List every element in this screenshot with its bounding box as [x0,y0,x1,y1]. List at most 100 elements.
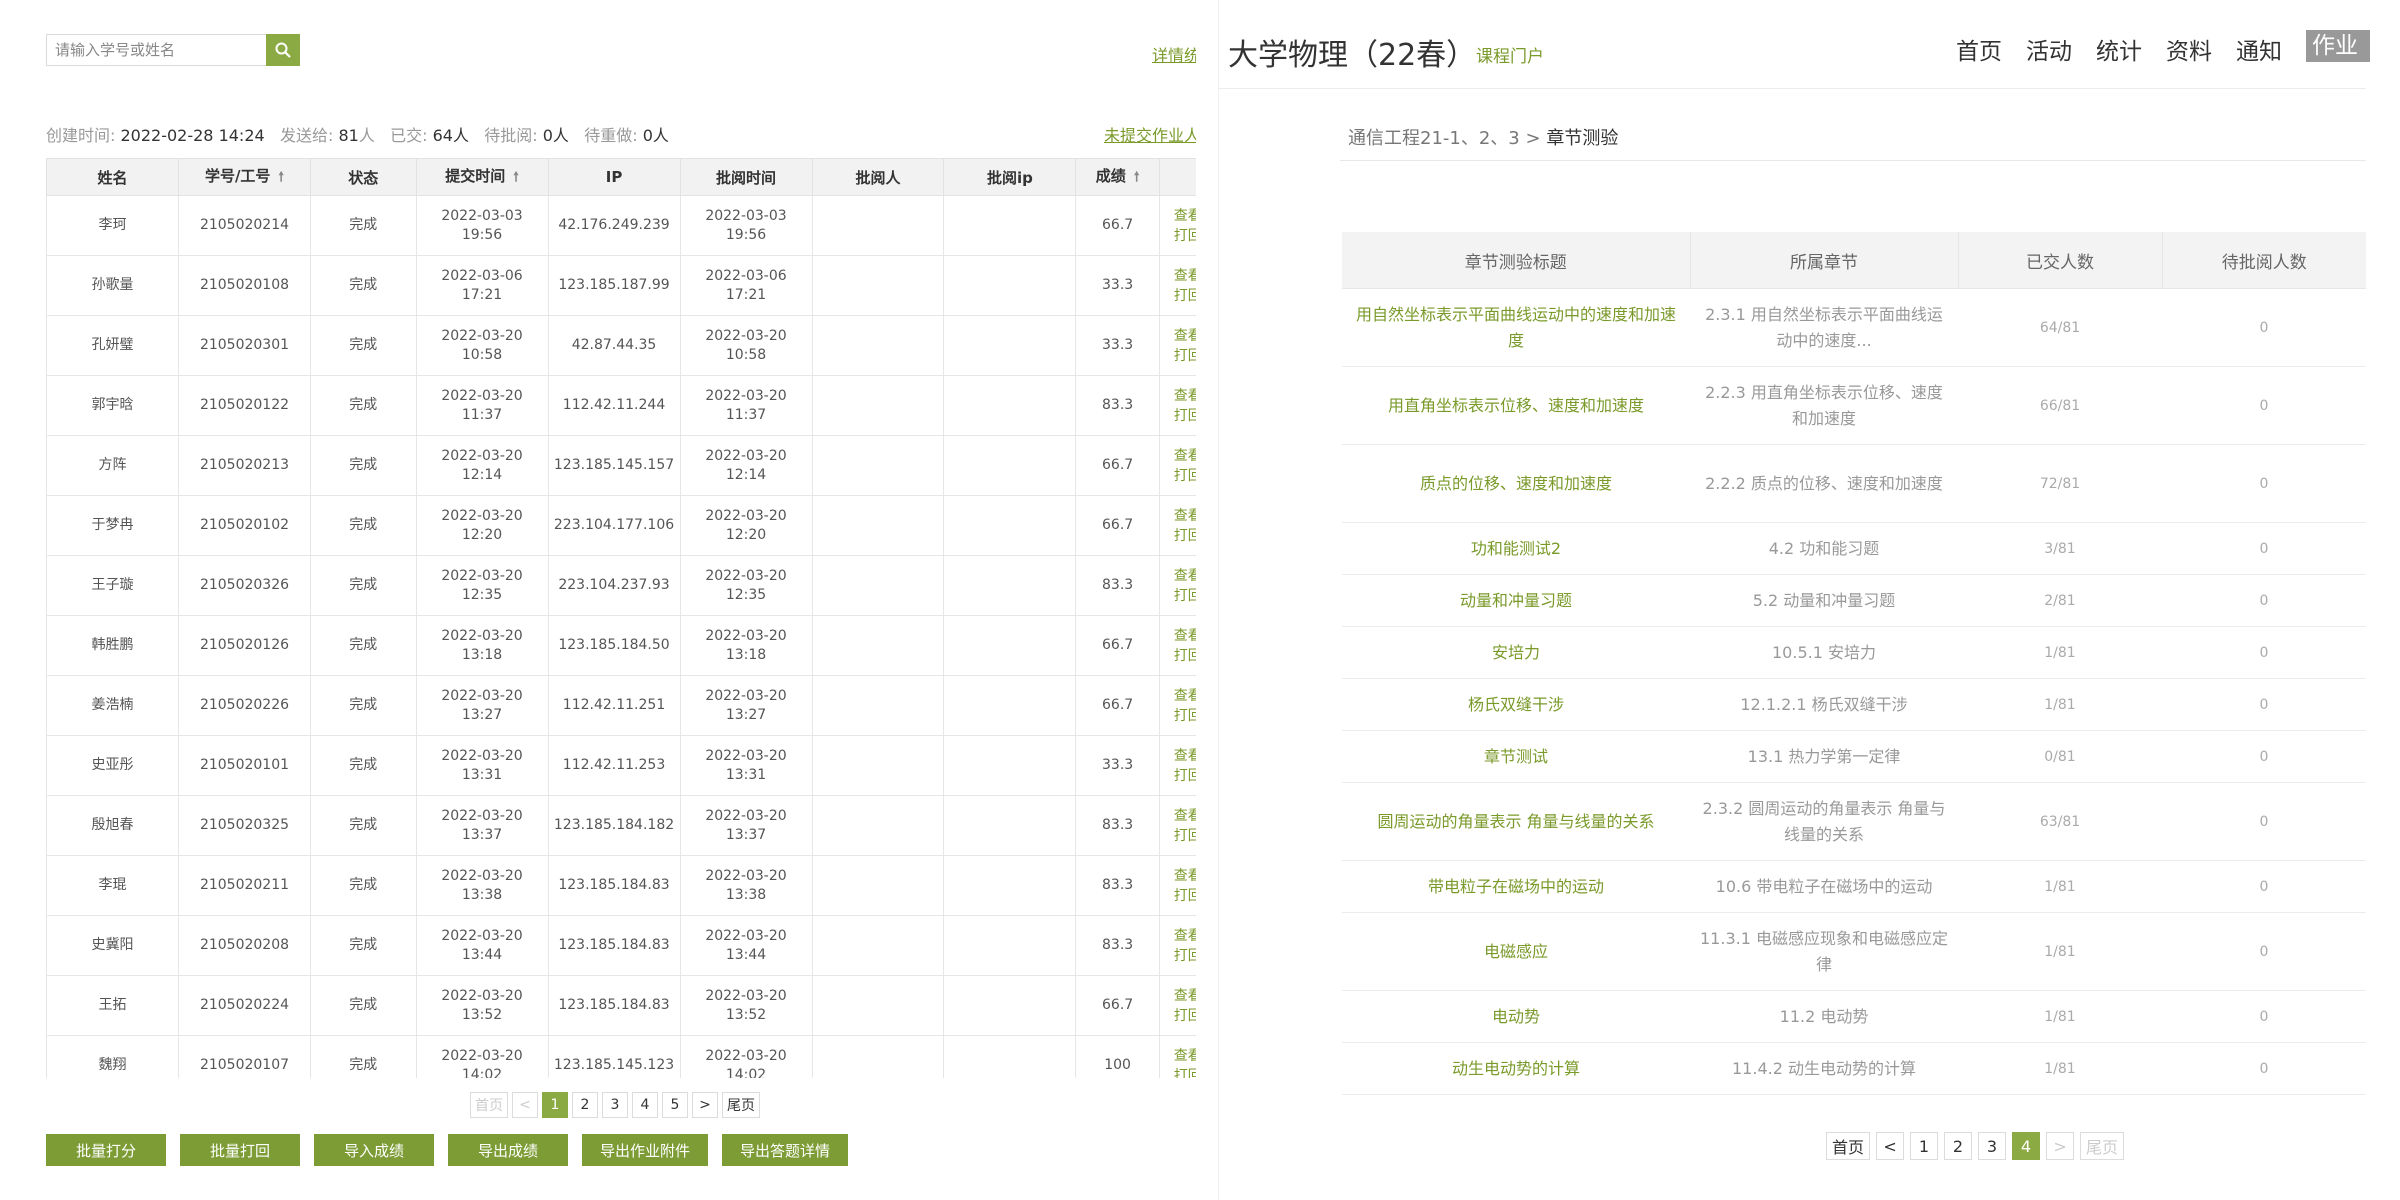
return-link[interactable]: 打回 [1174,646,1196,666]
cell-ip: 123.185.145.157 [547,435,681,496]
next-page-button[interactable]: > [692,1092,718,1118]
detail-stats-link[interactable]: 详情统计 [1152,42,1196,66]
return-link[interactable]: 打回 [1174,886,1196,906]
unsubmitted-link[interactable]: 未提交作业人员 [1104,122,1196,146]
first-page-button[interactable]: 首页 [1826,1132,1871,1160]
search-button[interactable] [266,34,300,66]
page-3[interactable]: 3 [602,1092,628,1118]
page-5[interactable]: 5 [662,1092,688,1118]
view-link[interactable]: 查看 [1174,326,1196,346]
return-link[interactable]: 打回 [1174,226,1196,246]
sort-up-icon[interactable]: 🠕 [1134,168,1140,190]
col-id[interactable]: 学号/工号 🠕 [177,158,311,196]
col-score[interactable]: 成绩 🠕 [1075,158,1160,196]
export-attachments-button[interactable]: 导出作业附件 [582,1134,709,1166]
view-link[interactable]: 查看 [1174,686,1196,706]
view-link[interactable]: 查看 [1174,806,1196,826]
nav-materials[interactable]: 资料 [2166,32,2212,66]
view-link[interactable]: 查看 [1174,1046,1196,1066]
return-link[interactable]: 打回 [1174,946,1196,966]
table-row: 杨氏双缝干涉 12.1.2.1 杨氏双缝干涉 1/81 0 [1342,678,2366,731]
quiz-title-link[interactable]: 动量和冲量习题 [1342,574,1690,627]
breadcrumb-parent[interactable]: 通信工程21-1、2、3 [1348,128,1520,149]
sent-label: 发送给: [279,126,334,145]
batch-return-button[interactable]: 批量打回 [180,1134,300,1166]
view-link[interactable]: 查看 [1174,866,1196,886]
search-input[interactable] [46,34,266,66]
nav-homework[interactable]: 作业 [2306,30,2370,62]
export-answers-button[interactable]: 导出答题详情 [722,1134,849,1166]
quiz-title-link[interactable]: 电动势 [1342,990,1690,1043]
return-link[interactable]: 打回 [1174,406,1196,426]
return-link[interactable]: 打回 [1174,1006,1196,1026]
return-link[interactable]: 打回 [1174,526,1196,546]
first-page-button[interactable]: 首页 [470,1092,508,1118]
col-submit-time[interactable]: 提交时间 🠕 [415,158,549,196]
import-scores-button[interactable]: 导入成绩 [314,1134,434,1166]
view-link[interactable]: 查看 [1174,986,1196,1006]
cell-id: 2105020213 [177,435,311,496]
next-page-button[interactable]: > [2046,1132,2075,1160]
last-page-button[interactable]: 尾页 [2080,1132,2125,1160]
quiz-title-link[interactable]: 质点的位移、速度和加速度 [1342,444,1690,523]
sort-up-icon[interactable]: 🠕 [513,168,519,190]
nav-stats[interactable]: 统计 [2096,32,2142,66]
view-link[interactable]: 查看 [1174,506,1196,526]
cell-submit-time: 2022-03-20 14:02 [415,1035,549,1078]
nav-notice[interactable]: 通知 [2236,32,2282,66]
page-1[interactable]: 1 [1910,1132,1939,1160]
quiz-title-link[interactable]: 安培力 [1342,626,1690,679]
cell-review-time-date: 2022-03-20 [705,627,787,644]
cell-review-time-date: 2022-03-20 [705,1047,787,1064]
quiz-title-link[interactable]: 电磁感应 [1342,912,1690,991]
prev-page-button[interactable]: < [512,1092,538,1118]
return-link[interactable]: 打回 [1174,286,1196,306]
view-link[interactable]: 查看 [1174,626,1196,646]
view-link[interactable]: 查看 [1174,566,1196,586]
quiz-title-link[interactable]: 用自然坐标表示平面曲线运动中的速度和加速度 [1342,288,1690,367]
view-link[interactable]: 查看 [1174,446,1196,466]
cell-ip: 42.87.44.35 [547,315,681,376]
page-4[interactable]: 4 [2012,1132,2041,1160]
return-link[interactable]: 打回 [1174,706,1196,726]
last-page-button[interactable]: 尾页 [722,1092,760,1118]
cell-reviewer [811,375,945,436]
course-portal-link[interactable]: 课程门户 [1476,42,1544,67]
return-link[interactable]: 打回 [1174,466,1196,486]
page-4[interactable]: 4 [632,1092,658,1118]
page-3[interactable]: 3 [1978,1132,2007,1160]
view-link[interactable]: 查看 [1174,926,1196,946]
prev-page-button[interactable]: < [1876,1132,1905,1160]
submitted-label: 已交: [390,126,428,145]
quiz-title-link[interactable]: 功和能测试2 [1342,522,1690,575]
batch-score-button[interactable]: 批量打分 [46,1134,166,1166]
view-link[interactable]: 查看 [1174,266,1196,286]
return-link[interactable]: 打回 [1174,346,1196,366]
nav-home[interactable]: 首页 [1956,32,2002,66]
return-link[interactable]: 打回 [1174,1066,1196,1079]
return-link[interactable]: 打回 [1174,586,1196,606]
table-row: 孙歌量 2105020108 完成 2022-03-06 17:21 123.185.18… [46,255,1196,316]
nav-activity[interactable]: 活动 [2026,32,2072,66]
quiz-title-link[interactable]: 杨氏双缝干涉 [1342,678,1690,731]
quiz-title-link[interactable]: 用直角坐标表示位移、速度和加速度 [1342,366,1690,445]
top-nav: 首页 活动 统计 资料 通知 作业 [1956,30,2370,66]
cell-review-time: 2022-03-20 13:31 [679,735,813,796]
cell-ip: 223.104.177.106 [547,495,681,556]
page-2[interactable]: 2 [1944,1132,1973,1160]
sort-up-icon[interactable]: 🠕 [278,168,284,190]
cell-id: 2105020122 [177,375,311,436]
page-1[interactable]: 1 [542,1092,568,1118]
return-link[interactable]: 打回 [1174,826,1196,846]
col-score-label: 成绩 [1095,166,1126,185]
export-scores-button[interactable]: 导出成绩 [448,1134,568,1166]
view-link[interactable]: 查看 [1174,206,1196,226]
page-2[interactable]: 2 [572,1092,598,1118]
view-link[interactable]: 查看 [1174,386,1196,406]
quiz-title-link[interactable]: 带电粒子在磁场中的运动 [1342,860,1690,913]
quiz-title-link[interactable]: 动生电动势的计算 [1342,1042,1690,1095]
view-link[interactable]: 查看 [1174,746,1196,766]
return-link[interactable]: 打回 [1174,766,1196,786]
quiz-title-link[interactable]: 章节测试 [1342,730,1690,783]
quiz-title-link[interactable]: 圆周运动的角量表示 角量与线量的关系 [1342,782,1690,861]
